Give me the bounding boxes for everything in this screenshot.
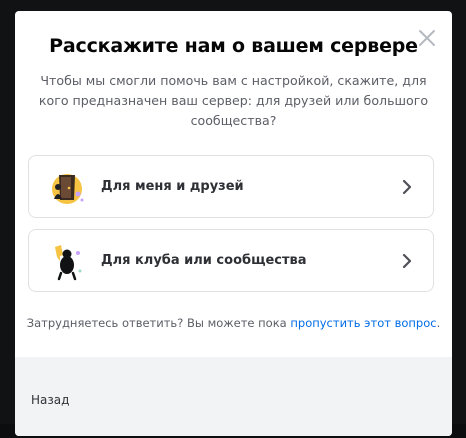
skip-question-link[interactable]: пропустить этот вопрос [290,316,436,330]
option-me-and-friends[interactable]: Для меня и друзей [28,155,434,218]
modal-footer: Назад [15,357,452,436]
chevron-right-icon [402,179,412,195]
friends-illustration-icon [52,174,84,204]
chevron-right-icon [402,253,412,269]
back-button[interactable]: Назад [31,393,69,407]
helper-prefix: Затрудняетесь ответить? Вы можете пока [26,316,287,330]
option-label: Для меня и друзей [101,179,244,194]
helper-text: Затрудняетесь ответить? Вы можете пока п… [15,316,452,330]
modal-title: Расскажите нам о вашем сервере [49,35,418,57]
option-club-or-community[interactable]: Для клуба или сообщества [28,229,434,292]
server-purpose-modal: Расскажите нам о вашем сервере Чтобы мы … [15,11,452,436]
community-illustration-icon [55,245,82,281]
helper-suffix: . [436,316,441,330]
modal-subtitle: Чтобы мы смогли помочь вам с настройкой,… [38,73,429,128]
option-label: Для клуба или сообщества [101,253,307,268]
